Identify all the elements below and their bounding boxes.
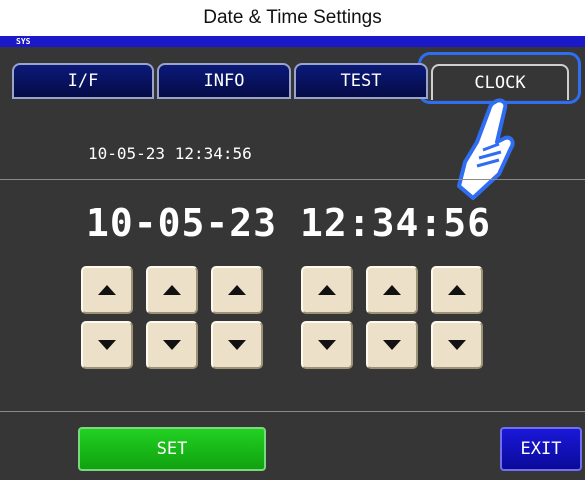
mode-label: SYS [16,37,31,46]
hand-pointer-icon [457,98,515,200]
hour-down-button[interactable] [301,321,353,369]
tab-clock[interactable]: CLOCK [431,64,569,100]
up-arrow-icon [163,285,181,295]
down-arrow-icon [383,340,401,350]
window-title: Date & Time Settings [0,0,585,36]
down-arrow-icon [163,340,181,350]
tab-if[interactable]: I/F [12,63,154,99]
minute-up-button[interactable] [366,266,418,314]
set-button[interactable]: SET [78,427,266,471]
down-arrow-icon [98,340,116,350]
down-arrow-icon [228,340,246,350]
month-up-button[interactable] [146,266,198,314]
up-arrow-icon [228,285,246,295]
tab-test[interactable]: TEST [294,63,428,99]
second-down-button[interactable] [431,321,483,369]
down-arrow-icon [448,340,466,350]
minute-down-button[interactable] [366,321,418,369]
year-down-button[interactable] [81,321,133,369]
up-arrow-icon [448,285,466,295]
status-bar: SYS [0,36,585,47]
up-arrow-icon [318,285,336,295]
date-value: 10-05-23 [86,201,278,245]
settings-screen: SYS I/F INFO TEST CLOCK 10-05-23 12:34:5… [0,36,585,480]
tab-info[interactable]: INFO [157,63,291,99]
hour-up-button[interactable] [301,266,353,314]
day-down-button[interactable] [211,321,263,369]
divider-top [0,179,585,180]
time-value: 12:34:56 [300,201,492,245]
second-up-button[interactable] [431,266,483,314]
up-arrow-icon [383,285,401,295]
year-up-button[interactable] [81,266,133,314]
day-up-button[interactable] [211,266,263,314]
month-down-button[interactable] [146,321,198,369]
divider-bottom [0,411,585,412]
up-arrow-icon [98,285,116,295]
current-datetime: 10-05-23 12:34:56 [88,144,252,163]
exit-button[interactable]: EXIT [500,427,582,471]
down-arrow-icon [318,340,336,350]
